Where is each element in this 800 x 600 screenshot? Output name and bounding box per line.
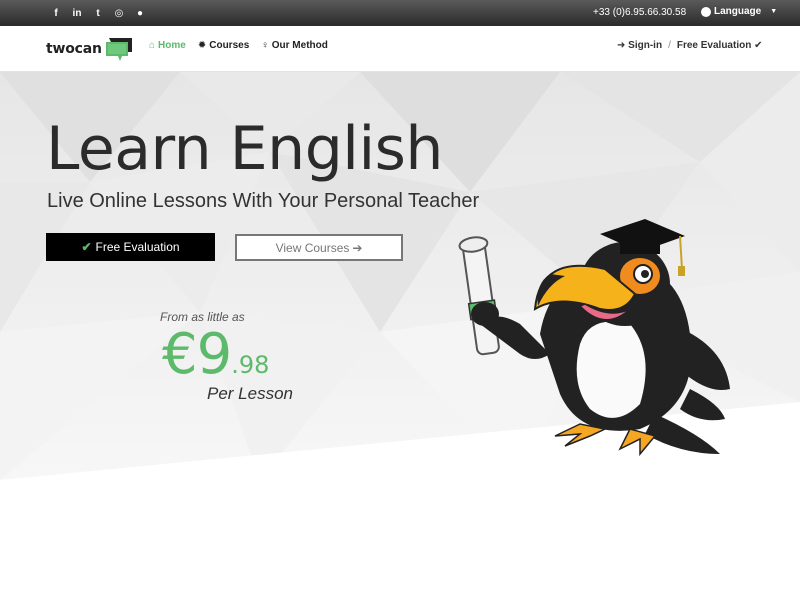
free-evaluation-button[interactable]: ✔ Free Evaluation: [46, 233, 215, 261]
instagram-icon[interactable]: ◎: [113, 7, 125, 19]
price-cents: .98: [231, 351, 270, 379]
nav-separator: /: [668, 40, 671, 51]
language-label: Language: [714, 6, 762, 17]
toucan-mascot-illustration: [458, 219, 730, 457]
free-evaluation-link[interactable]: Free Evaluation ✔: [677, 40, 763, 51]
price-suffix: Per Lesson: [207, 384, 293, 403]
twitter-icon[interactable]: t: [92, 7, 104, 19]
home-icon: ⌂: [149, 40, 156, 51]
top-bar: f in t ◎ ● +33 (0)6.95.66.30.58 Language…: [0, 0, 800, 26]
facebook-icon[interactable]: f: [50, 7, 62, 19]
phone-number[interactable]: +33 (0)6.95.66.30.58: [593, 7, 686, 18]
sign-in-icon: ➜: [617, 40, 626, 51]
sign-in-link[interactable]: ➜ Sign-in: [617, 40, 662, 51]
logo-mark-icon: [105, 38, 132, 61]
arrow-right-icon: ➔: [352, 240, 363, 255]
primary-nav: ⌂ Home ✹ Courses ♀ Our Method: [149, 40, 328, 51]
globe-icon: [701, 6, 711, 17]
free-evaluation-label: Free Evaluation: [676, 40, 752, 51]
hero-title: Learn English: [46, 114, 443, 184]
language-dropdown[interactable]: Language ▼: [701, 6, 777, 17]
gear-icon: ✹: [197, 40, 207, 51]
social-links: f in t ◎ ●: [50, 0, 146, 26]
nav-item-label: Our Method: [271, 40, 328, 51]
hero-section: Learn English Live Online Lessons With Y…: [0, 72, 800, 480]
lightbulb-icon: ♀: [261, 40, 269, 51]
sign-in-label: Sign-in: [628, 40, 663, 51]
nav-item-our-method[interactable]: ♀ Our Method: [261, 40, 328, 51]
check-icon: ✔: [754, 40, 763, 51]
hero-subtitle: Live Online Lessons With Your Personal T…: [47, 190, 480, 212]
linkedin-icon[interactable]: in: [71, 7, 83, 19]
account-nav: ➜ Sign-in / Free Evaluation ✔: [617, 40, 762, 51]
logo[interactable]: twocan: [46, 36, 134, 62]
logo-text: twocan: [46, 41, 102, 57]
price-main: €9: [162, 322, 232, 387]
wechat-icon[interactable]: ●: [134, 7, 146, 19]
page-body: [0, 480, 800, 600]
main-navbar: twocan ⌂ Home ✹ Courses ♀ Our Method ➜ S…: [0, 26, 800, 72]
view-courses-button[interactable]: View Courses ➔: [235, 234, 403, 261]
free-evaluation-button-label: Free Evaluation: [95, 240, 180, 254]
nav-item-home[interactable]: ⌂ Home: [149, 40, 186, 51]
view-courses-button-label: View Courses: [275, 240, 350, 255]
price: €9.98: [162, 322, 269, 387]
nav-item-label: Home: [158, 40, 186, 51]
caret-down-icon: ▼: [770, 8, 778, 15]
nav-item-label: Courses: [209, 40, 250, 51]
check-icon: ✔: [81, 240, 92, 254]
nav-item-courses[interactable]: ✹ Courses: [198, 40, 249, 51]
